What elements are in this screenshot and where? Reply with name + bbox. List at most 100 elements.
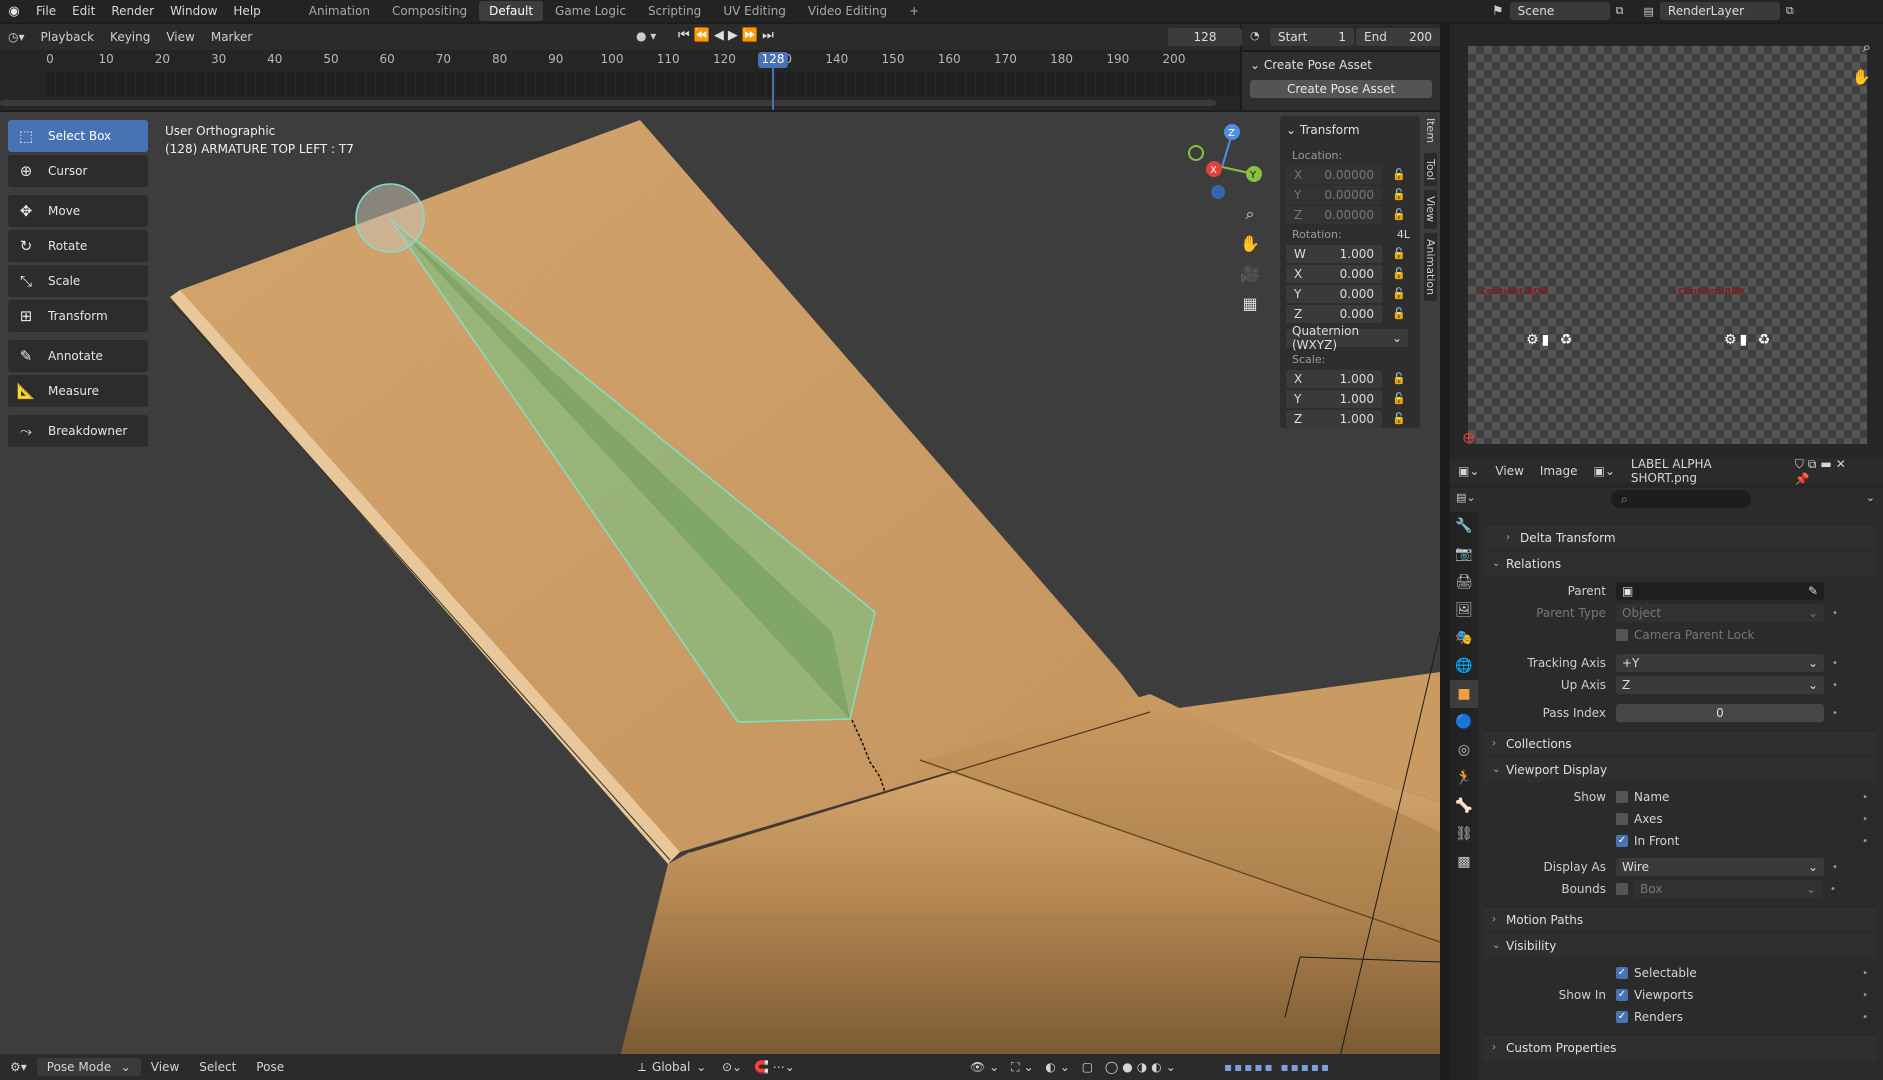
pass-index-field[interactable]: 0 xyxy=(1616,704,1824,722)
keyframe-dot-icon[interactable]: • xyxy=(1862,792,1868,803)
image-pan-icon[interactable]: ✋ xyxy=(1852,68,1871,86)
tool-rotate[interactable]: ↻ Rotate xyxy=(8,230,148,262)
new-layer-icon[interactable]: ⧉ xyxy=(1786,4,1794,18)
tool-transform[interactable]: ⊞ Transform xyxy=(8,300,148,332)
physics-tab-icon[interactable]: ◎ xyxy=(1450,736,1478,764)
location-x-field[interactable]: X 0.00000 xyxy=(1286,165,1382,184)
tab-animation[interactable]: Animation xyxy=(299,1,380,21)
view-layer-tab-icon[interactable]: 🖼 xyxy=(1450,596,1478,624)
image-editor-type-icon[interactable]: ▣⌄ xyxy=(1450,464,1487,478)
keyframe-dot-icon[interactable]: • xyxy=(1832,680,1838,691)
editor-type-icon[interactable]: ⚙▾ xyxy=(0,1060,37,1074)
marker-menu[interactable]: Marker xyxy=(203,28,260,46)
bone-constraints-tab-icon[interactable]: ⛓ xyxy=(1450,820,1478,848)
tracking-axis-dropdown[interactable]: +Y ⌄ xyxy=(1616,654,1824,672)
lock-icon[interactable]: 🔓 xyxy=(1392,188,1406,201)
tool-measure[interactable]: 📐 Measure xyxy=(8,375,148,407)
lock-icon[interactable]: 🔓 xyxy=(1392,267,1406,280)
up-axis-dropdown[interactable]: Z ⌄ xyxy=(1616,676,1824,694)
properties-editor-type-icon[interactable]: ▤⌄ xyxy=(1456,491,1476,504)
tab-scripting[interactable]: Scripting xyxy=(638,1,711,21)
constraints-tab-icon[interactable]: 🏃 xyxy=(1450,764,1478,792)
pose-asset-title[interactable]: ⌄ Create Pose Asset xyxy=(1242,52,1440,78)
sidebar-tab-item[interactable]: Item xyxy=(1424,112,1437,150)
menu-render[interactable]: Render xyxy=(103,4,162,18)
viewport-select-menu[interactable]: Select xyxy=(189,1060,246,1074)
lock-icon[interactable]: 🔓 xyxy=(1392,168,1406,181)
bounds-checkbox[interactable] xyxy=(1616,883,1628,895)
scene-icon[interactable]: ⚑ xyxy=(1492,4,1504,19)
create-pose-asset-button[interactable]: Create Pose Asset xyxy=(1250,80,1432,98)
texture-tab-icon[interactable]: ▩ xyxy=(1450,848,1478,876)
section-custom-properties[interactable]: › Custom Properties xyxy=(1484,1034,1876,1060)
pan-hand-icon[interactable]: ✋ xyxy=(1238,234,1262,258)
tab-compositing[interactable]: Compositing xyxy=(382,1,477,21)
section-motion-paths[interactable]: › Motion Paths xyxy=(1484,906,1876,932)
rotation-mode-dropdown[interactable]: Quaternion (WXYZ) ⌄ xyxy=(1286,324,1408,352)
keyframe-dot-icon[interactable]: • xyxy=(1832,608,1838,619)
bounds-dropdown[interactable]: Box ⌄ xyxy=(1634,880,1822,898)
overlay-icons[interactable]: 👁⌄ ⛶⌄ ◐⌄ ▢ ◯●◑◐⌄ xyxy=(960,1060,1190,1075)
tool-breakdowner[interactable]: ⤳ Breakdowner xyxy=(8,415,148,447)
playhead-marker[interactable]: 128 xyxy=(758,52,788,68)
location-y-field[interactable]: Y 0.00000 xyxy=(1286,185,1382,204)
timeline-scrollbar[interactable] xyxy=(0,100,1216,106)
end-frame-field[interactable]: End 200 xyxy=(1356,28,1440,46)
sidebar-tab-animation[interactable]: Animation xyxy=(1424,232,1437,301)
rotation-z-field[interactable]: Z 0.000 xyxy=(1286,304,1382,323)
keyframe-dot-icon[interactable]: • xyxy=(1832,708,1838,719)
in-front-checkbox[interactable]: ✓ In Front xyxy=(1616,834,1679,848)
zoom-icon[interactable]: ⌕ xyxy=(1238,204,1262,228)
sidebar-tab-view[interactable]: View xyxy=(1424,190,1437,229)
render-layer-field[interactable]: RenderLayer xyxy=(1659,2,1780,20)
tab-game-logic[interactable]: Game Logic xyxy=(545,1,636,21)
viewport-pose-menu[interactable]: Pose xyxy=(246,1060,294,1074)
3d-viewport[interactable]: Z X Y ⬚ Select Box ⊕ Cursor ✥ Move ↻ Rotate … xyxy=(0,112,1440,1057)
lock-icon[interactable]: 🔓 xyxy=(1392,392,1406,405)
properties-options-icon[interactable]: ⌄ xyxy=(1866,491,1875,504)
menu-window[interactable]: Window xyxy=(162,4,225,18)
display-as-dropdown[interactable]: Wire ⌄ xyxy=(1616,858,1824,876)
keyframe-dot-icon[interactable]: • xyxy=(1830,884,1836,895)
menu-edit[interactable]: Edit xyxy=(64,4,103,18)
gizmo-neg-y-handle[interactable] xyxy=(1188,145,1204,161)
camera-icon[interactable]: 🎥 xyxy=(1238,264,1262,288)
data-tab-icon[interactable]: 🦴 xyxy=(1450,792,1478,820)
layer-buttons[interactable]: ▪▪▪▪▪ ▪▪▪▪▪ xyxy=(1214,1060,1341,1074)
parent-field[interactable]: ▣ ✎ xyxy=(1616,582,1824,600)
section-viewport-display[interactable]: ⌄ Viewport Display xyxy=(1484,756,1876,782)
image-canvas[interactable]: Contient BOX Contient BOX ⚙▮ ♻ ⚙▮ ♻ ⊕ xyxy=(1462,46,1867,447)
keyframe-dot-icon[interactable]: • xyxy=(1862,836,1868,847)
playback-menu[interactable]: Playback xyxy=(33,28,103,46)
lock-icon[interactable]: 🔓 xyxy=(1392,307,1406,320)
rotation-mode-badge[interactable]: 4L xyxy=(1397,228,1410,241)
timeline-view-menu[interactable]: View xyxy=(158,28,202,46)
keying-menu[interactable]: Keying xyxy=(102,28,158,46)
scene-tab-icon[interactable]: 🎭 xyxy=(1450,624,1478,652)
scale-z-field[interactable]: Z 1.000 xyxy=(1286,409,1382,428)
world-tab-icon[interactable]: 🌐 xyxy=(1450,652,1478,680)
eyedropper-icon[interactable]: ✎ xyxy=(1808,584,1818,598)
tab-default[interactable]: Default xyxy=(479,1,544,21)
tool-select-box[interactable]: ⬚ Select Box xyxy=(8,120,148,152)
new-scene-icon[interactable]: ⧉ xyxy=(1616,4,1624,18)
playback-controls-icon[interactable]: ⏮⏪◀▶⏩⏭ xyxy=(678,28,778,43)
lock-icon[interactable]: 🔓 xyxy=(1392,208,1406,221)
keyframe-dot-icon[interactable]: • xyxy=(1862,1012,1868,1023)
image-browse-icon[interactable]: ▣⌄ xyxy=(1585,464,1622,478)
modifiers-tab-icon[interactable]: 🔵 xyxy=(1450,708,1478,736)
parent-type-dropdown[interactable]: Object ⌄ xyxy=(1616,604,1824,622)
section-relations[interactable]: ⌄ Relations xyxy=(1484,550,1876,576)
lock-icon[interactable]: 🔓 xyxy=(1392,287,1406,300)
section-collections[interactable]: › Collections xyxy=(1484,730,1876,756)
properties-search-input[interactable]: ⌕ xyxy=(1611,490,1751,508)
keyframe-dot-icon[interactable]: • xyxy=(1832,658,1838,669)
image-zoom-icon[interactable]: ⌕ xyxy=(1863,38,1871,56)
lock-icon[interactable]: 🔓 xyxy=(1392,372,1406,385)
timer-icon[interactable]: ◔ xyxy=(1250,29,1260,42)
add-workspace-button[interactable]: + xyxy=(899,1,929,21)
mode-dropdown[interactable]: Pose Mode ⌄ xyxy=(36,1058,141,1076)
render-tab-icon[interactable]: 📷 xyxy=(1450,540,1478,568)
image-name-field[interactable]: LABEL ALPHA SHORT.png xyxy=(1623,457,1787,485)
tool-move[interactable]: ✥ Move xyxy=(8,195,148,227)
